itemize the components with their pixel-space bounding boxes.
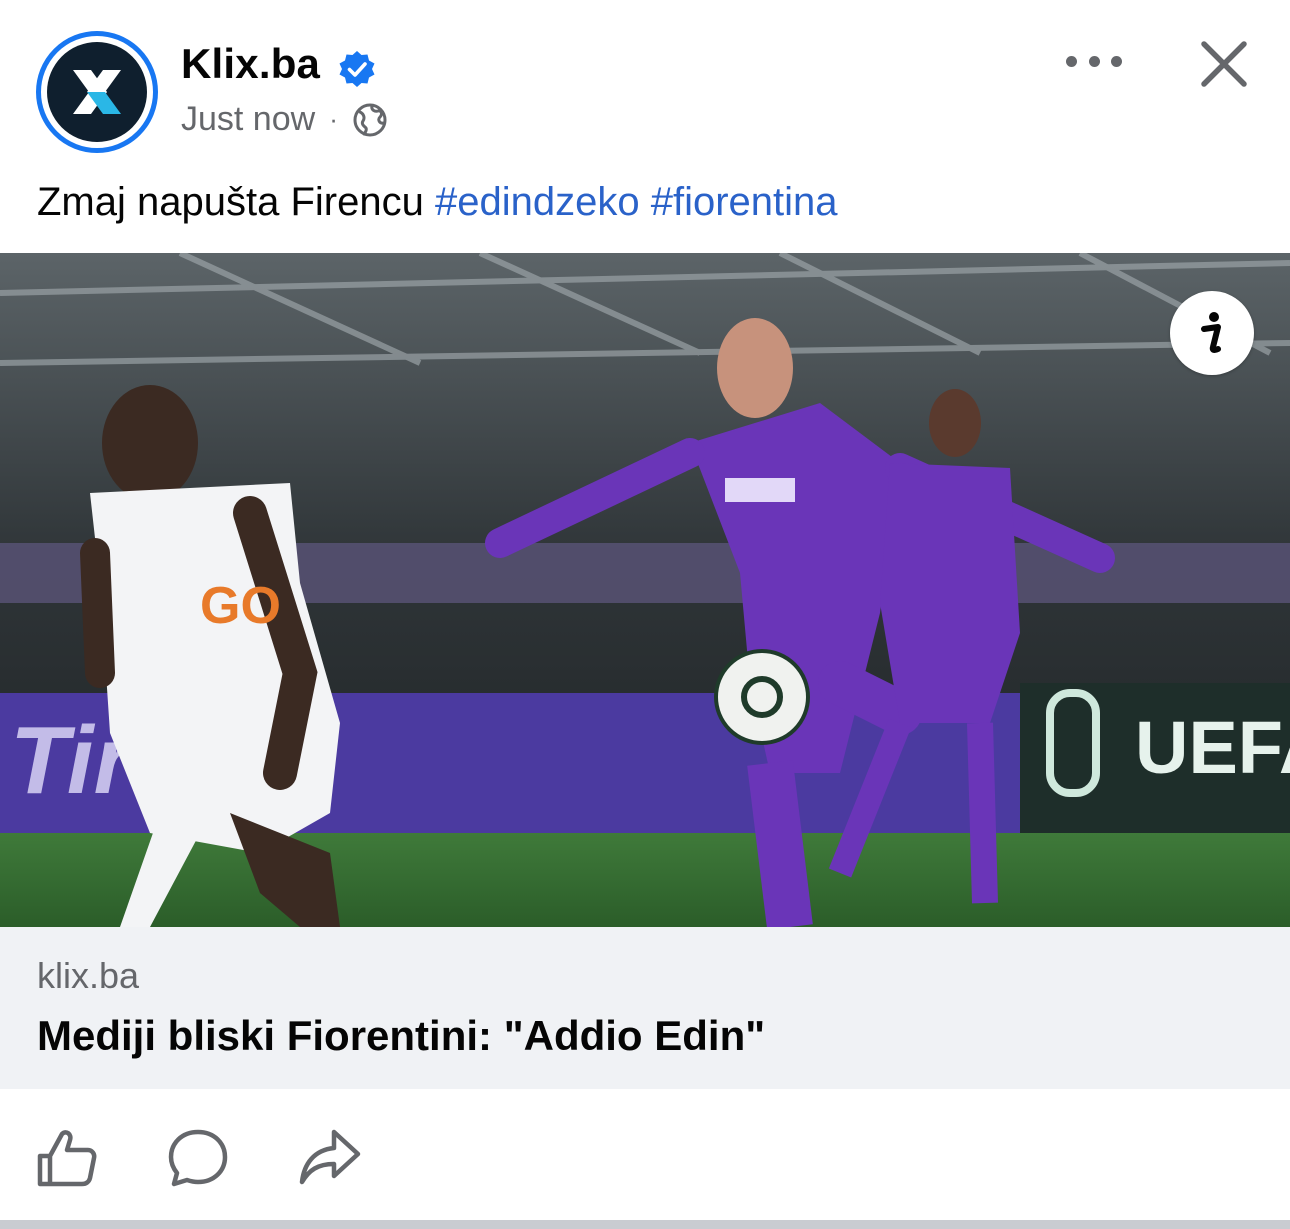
klix-logo <box>47 42 147 142</box>
more-options-icon <box>1066 55 1077 67</box>
post-text: Zmaj napušta Firencu #edindzeko #fiorent… <box>37 180 838 225</box>
link-domain: klix.ba <box>37 955 140 996</box>
svg-text:UEFA: UEFA <box>1135 706 1290 789</box>
like-icon[interactable] <box>34 1126 98 1190</box>
divider <box>0 1220 1290 1229</box>
hashtag-fiorentina[interactable]: #fiorentina <box>651 180 838 224</box>
meta-separator: · <box>329 104 338 134</box>
page-name[interactable]: Klix.ba <box>181 40 320 88</box>
post-photo[interactable]: Tire UEFA GO <box>0 253 1290 927</box>
facebook-post: Klix.ba Just now · Zmaj napušta Firencu … <box>0 0 1290 1229</box>
link-preview[interactable] <box>0 927 1290 1089</box>
verified-badge-icon <box>339 51 375 87</box>
timestamp[interactable]: Just now <box>181 100 315 139</box>
info-icon <box>1201 312 1221 354</box>
link-title[interactable]: Mediji bliski Fiorentini: "Addio Edin" <box>37 1012 765 1060</box>
svg-text:GO: GO <box>200 577 281 635</box>
post-message: Zmaj napušta Firencu <box>37 180 424 224</box>
page-avatar[interactable] <box>36 31 158 153</box>
globe-icon[interactable] <box>352 102 388 138</box>
close-icon[interactable] <box>1196 36 1252 92</box>
comment-icon[interactable] <box>166 1126 230 1190</box>
post-meta: Just now · <box>181 100 388 139</box>
hashtag-edindzeko[interactable]: #edindzeko <box>435 180 640 224</box>
more-options-button[interactable] <box>1066 46 1122 76</box>
info-button[interactable] <box>1170 291 1254 375</box>
share-icon[interactable] <box>298 1126 362 1190</box>
